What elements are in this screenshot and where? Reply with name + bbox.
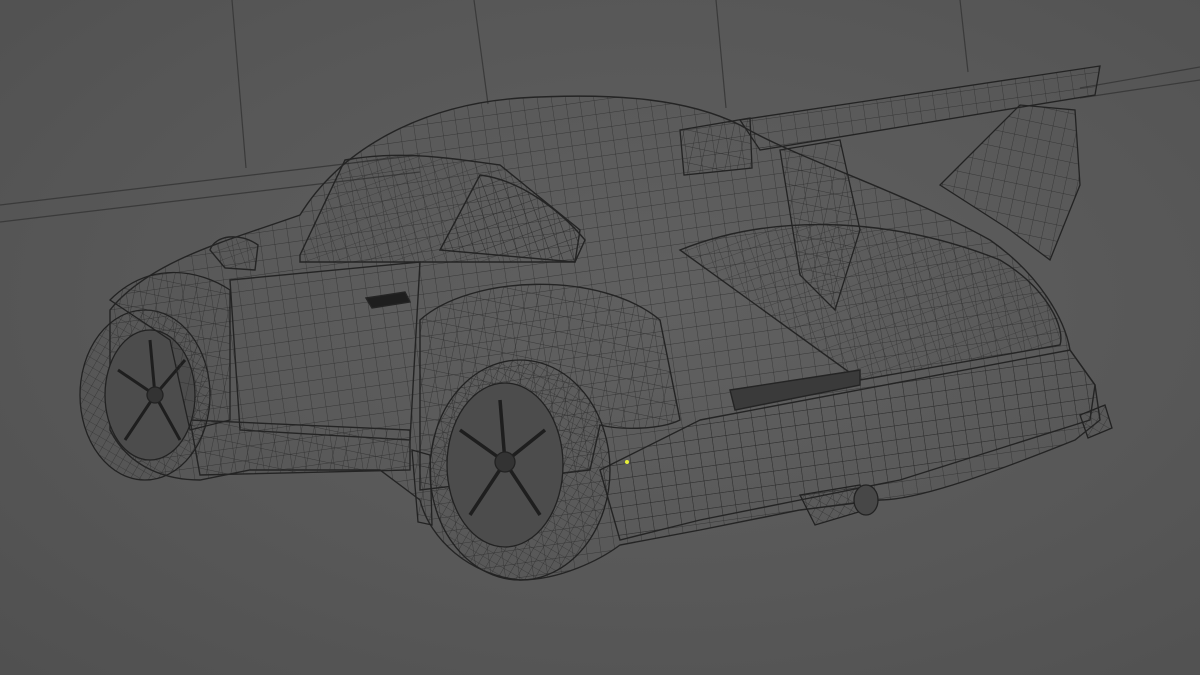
selected-vertex [625,460,629,464]
3d-viewport[interactable] [0,0,1200,675]
wireframe-scene [0,0,1200,581]
